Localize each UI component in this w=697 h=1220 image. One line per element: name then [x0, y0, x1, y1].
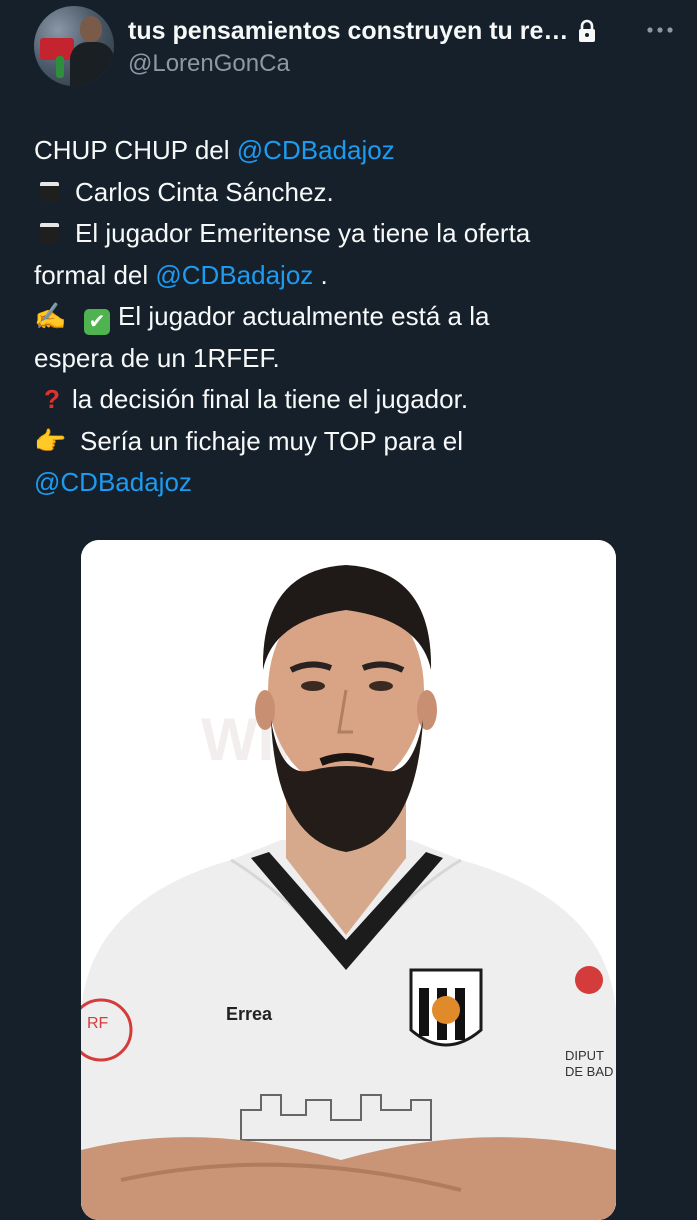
tweet-line-7: ? la decisión final la tiene el jugador. — [34, 379, 664, 421]
tweet-text-segment: espera de un 1RFEF. — [34, 342, 280, 373]
tweet-text-segment: la decisión final la tiene el jugador. — [72, 384, 469, 414]
tweet-line-8: 👉 Sería un fichaje muy TOP para el — [34, 421, 664, 463]
author-handle[interactable]: @LorenGonCa — [128, 50, 290, 78]
author-name-row[interactable]: tus pensamientos construyen tu re… — [128, 14, 648, 48]
pointing-hand-icon: 👉 — [34, 425, 67, 456]
sponsor-text-2: DE BAD — [565, 1064, 613, 1079]
mention-link[interactable]: @CDBadajoz — [237, 135, 395, 165]
question-mark-icon: ? — [44, 384, 60, 414]
ellipsis-icon — [647, 27, 673, 33]
tweet-line-3: El jugador Emeritense ya tiene la oferta — [34, 213, 664, 255]
tweet-text-segment: El jugador actualmente está a la — [118, 301, 490, 331]
tweet-header: tus pensamientos construyen tu re… @Lore… — [0, 0, 697, 100]
sleeve-badge-text: RF — [87, 1015, 109, 1032]
tweet-line-4: formal del @CDBadajoz . — [34, 255, 664, 297]
tweet-text-segment: formal del — [34, 259, 156, 290]
tweet-line-2: Carlos Cinta Sánchez. — [34, 172, 664, 214]
more-options-icon[interactable] — [640, 10, 680, 50]
avatar[interactable] — [34, 6, 114, 86]
tweet-line-1: CHUP CHUP del @CDBadajoz — [34, 130, 664, 172]
tweet-text-segment: CHUP CHUP del — [34, 135, 237, 165]
author-display-name[interactable]: tus pensamientos construyen tu re… — [128, 17, 568, 46]
avatar-head — [80, 16, 102, 42]
tweet-line-5: ✍️ ✔ El jugador actualmente está a la — [34, 296, 664, 338]
tweet-text-segment: Sería un fichaje muy TOP para el — [80, 425, 463, 456]
tweet-text-segment: Carlos Cinta Sánchez. — [75, 176, 334, 207]
lock-icon — [579, 19, 596, 42]
player-photo: WIRD Errea RF — [81, 540, 616, 1220]
tweet-media-image[interactable]: WIRD Errea RF — [81, 540, 616, 1220]
kit-brand-text: Errea — [226, 1004, 273, 1024]
tweet-text: CHUP CHUP del @CDBadajoz Carlos Cinta Sá… — [34, 130, 664, 504]
black-square-icon — [40, 181, 59, 202]
check-mark-icon: ✔ — [84, 309, 110, 335]
mention-link[interactable]: @CDBadajoz — [34, 467, 192, 497]
tweet-line-6: espera de un 1RFEF. — [34, 338, 664, 380]
tweet-text-segment: . — [313, 259, 328, 290]
sponsor-text-1: DIPUT — [565, 1048, 604, 1063]
writing-hand-icon: ✍️ — [34, 301, 67, 331]
black-square-icon — [40, 223, 59, 244]
tweet-text-segment: El jugador Emeritense ya tiene la oferta — [75, 218, 531, 248]
mention-link[interactable]: @CDBadajoz — [155, 260, 313, 290]
avatar-microphone — [56, 56, 64, 78]
avatar-body — [70, 42, 114, 86]
tweet-line-9: @CDBadajoz — [34, 462, 664, 504]
